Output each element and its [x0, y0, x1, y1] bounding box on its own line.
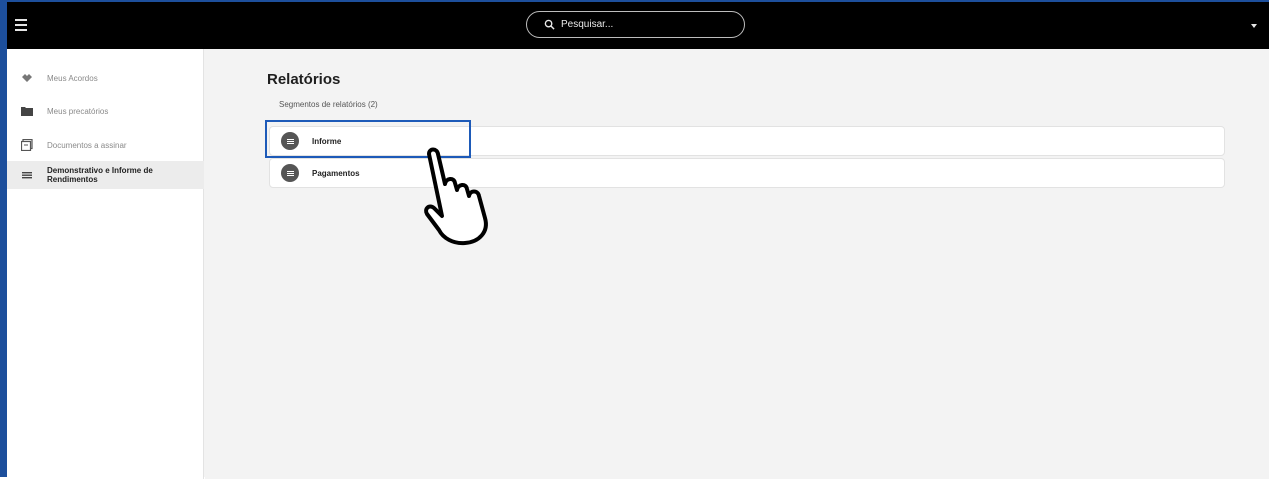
sidebar-item-label: Demonstrativo e Informe de Rendimentos [47, 166, 153, 184]
list-icon [21, 169, 33, 181]
sidebar-item-meus-acordos[interactable]: Meus Acordos [7, 64, 204, 92]
hamburger-menu-icon[interactable] [12, 16, 32, 36]
list-icon [281, 132, 299, 150]
handshake-icon [21, 72, 33, 84]
document-sign-icon [21, 139, 33, 151]
list-icon [281, 164, 299, 182]
app-frame: Pesquisar... Meus Acordos Meus precatóri… [0, 0, 1269, 479]
search-icon [544, 19, 555, 30]
pointing-hand-icon [424, 147, 488, 246]
search-placeholder: Pesquisar... [561, 19, 614, 30]
report-row-pagamentos[interactable]: Pagamentos [269, 158, 1225, 188]
row-label: Informe [312, 136, 342, 146]
sidebar-item-demonstrativo[interactable]: Demonstrativo e Informe de Rendimentos [7, 161, 204, 189]
folder-icon [21, 105, 33, 117]
sidebar-item-documentos-a-assinar[interactable]: Documentos a assinar [7, 131, 204, 159]
sidebar-item-label: Meus Acordos [47, 73, 98, 83]
top-bar: Pesquisar... [7, 2, 1269, 49]
search-input[interactable]: Pesquisar... [526, 11, 745, 38]
caret-down-icon[interactable] [1251, 24, 1257, 28]
main-content: Relatórios Segmentos de relatórios (2) I… [205, 49, 1269, 479]
sidebar-item-label: Meus precatórios [47, 106, 109, 116]
sidebar-item-label: Documentos a assinar [47, 140, 127, 150]
page-title: Relatórios [267, 71, 341, 88]
sidebar: Meus Acordos Meus precatórios Documentos… [7, 49, 204, 479]
report-row-informe[interactable]: Informe [269, 126, 1225, 156]
sidebar-item-meus-precatorios[interactable]: Meus precatórios [7, 97, 204, 125]
row-label: Pagamentos [312, 168, 360, 178]
section-subtitle: Segmentos de relatórios (2) [279, 100, 378, 109]
